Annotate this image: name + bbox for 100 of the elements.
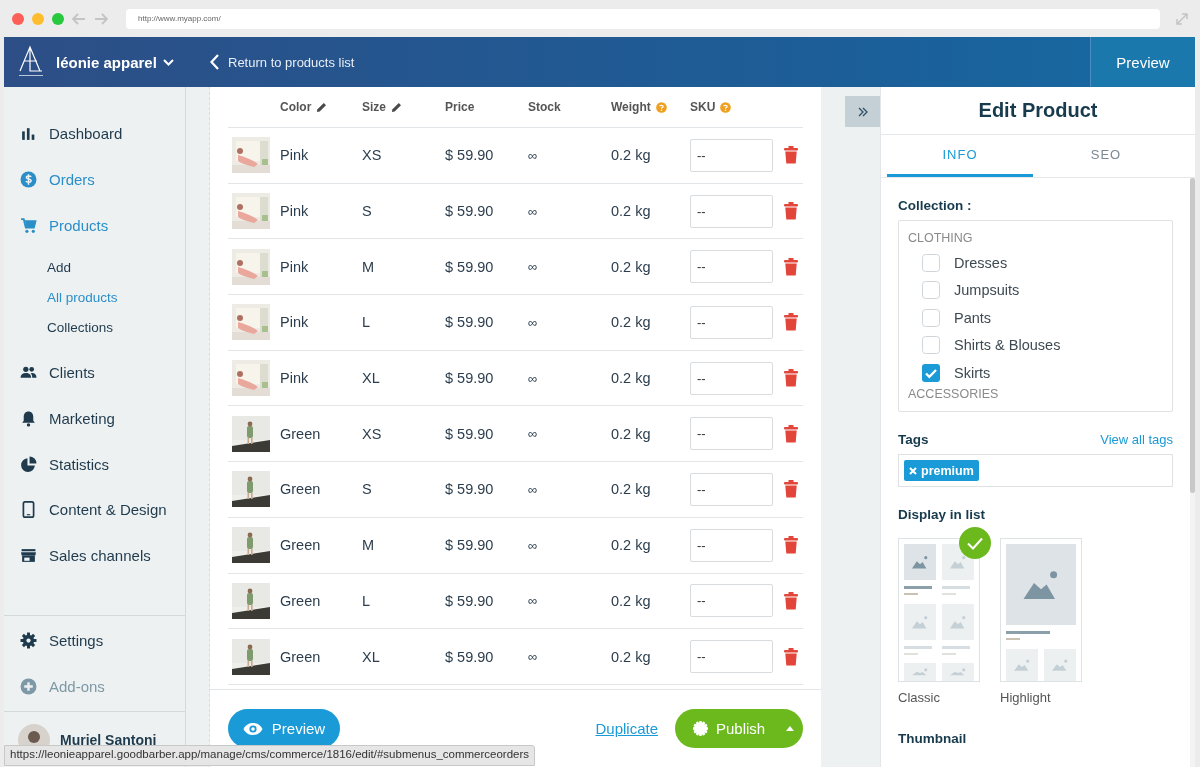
table-cell-text: 0.2 kg <box>611 258 652 275</box>
sku-field[interactable]: -- <box>690 584 773 618</box>
checkbox[interactable] <box>922 363 940 382</box>
sidebar-item[interactable]: Content & Design <box>4 487 185 533</box>
sidebar-item[interactable]: Marketing <box>4 395 185 442</box>
table-cell-text: 0.2 kg <box>611 147 652 164</box>
brand-menu[interactable]: léonie apparel <box>56 53 174 71</box>
table-cell-text: $ 59.90 <box>445 537 495 554</box>
table-cell-text: ∞ <box>528 426 539 442</box>
sidebar-item[interactable]: Statistics <box>4 441 185 488</box>
checkbox-label: Pants <box>954 309 992 326</box>
submenu-item[interactable]: Collections <box>47 312 185 343</box>
table-cell-text: Green <box>280 537 322 554</box>
table-cell-text: ∞ <box>528 203 539 219</box>
sku-field[interactable]: -- <box>690 138 773 172</box>
table-cell-text: S <box>362 481 373 498</box>
sku-field[interactable]: -- <box>690 250 773 284</box>
checkbox[interactable] <box>922 308 940 327</box>
sidebar-item[interactable]: Dashboard <box>4 111 185 157</box>
checkbox[interactable] <box>922 336 940 355</box>
eye-icon[interactable] <box>242 721 263 736</box>
sku-field[interactable]: -- <box>690 528 773 562</box>
check-icon <box>959 527 991 559</box>
trash-icon[interactable] <box>784 536 798 555</box>
sku-field[interactable]: -- <box>690 472 773 506</box>
sidebar-item[interactable]: Sales channels <box>4 532 185 579</box>
tab[interactable]: SEO <box>1033 135 1179 177</box>
help-icon[interactable] <box>655 101 667 113</box>
table-cell-text: Green <box>280 592 322 609</box>
group-label: ACCESSORIES <box>908 386 1000 403</box>
pencil-icon[interactable] <box>316 101 328 113</box>
table-cell-text: Green <box>280 425 322 442</box>
sku-field[interactable]: -- <box>690 194 773 228</box>
address-bar[interactable]: http://www.myapp.com/ <box>126 8 1160 29</box>
table-cell-text: 0.2 kg <box>611 648 652 665</box>
table-cell-text: XS <box>362 425 383 442</box>
checkbox-label: Dresses <box>954 254 1008 271</box>
preview-button[interactable]: Preview <box>1090 37 1195 87</box>
checkbox[interactable] <box>922 281 940 300</box>
column-header: Size <box>362 100 386 114</box>
back-link[interactable]: Return to products list <box>210 37 355 87</box>
zoom-button[interactable] <box>52 12 64 25</box>
submenu-item[interactable]: Add <box>47 252 185 283</box>
field-label: Collection : <box>898 198 973 213</box>
checkbox-label: Jumpsuits <box>954 282 1020 299</box>
column-header: Color <box>280 100 312 114</box>
checkbox-label: Skirts <box>954 364 991 381</box>
layout-option[interactable] <box>1000 538 1082 682</box>
sku-field[interactable]: -- <box>690 640 773 674</box>
layout-option[interactable] <box>898 538 980 682</box>
column-header: Stock <box>528 100 561 114</box>
column-header: Price <box>445 100 475 114</box>
table-cell-text: Pink <box>280 147 310 164</box>
close-icon[interactable] <box>909 466 917 475</box>
column-header: SKU <box>690 100 716 114</box>
caret-icon[interactable] <box>162 58 174 66</box>
trash-icon[interactable] <box>784 480 798 499</box>
sidebar-item[interactable]: Clients <box>4 350 185 396</box>
table-cell-text: $ 59.90 <box>445 258 495 275</box>
table-cell-text: L <box>362 314 372 331</box>
sku-field[interactable]: -- <box>690 305 773 339</box>
option-label: Classic <box>898 690 941 705</box>
help-icon[interactable] <box>720 101 732 113</box>
sku-field[interactable]: -- <box>690 361 773 395</box>
dollar-icon <box>20 171 37 189</box>
sku-field[interactable]: -- <box>690 417 773 451</box>
trash-icon[interactable] <box>784 313 798 332</box>
table-cell-text: Green <box>280 481 322 498</box>
trash-icon[interactable] <box>784 647 798 666</box>
table-cell-text: Green <box>280 648 322 665</box>
close-button[interactable] <box>12 12 24 25</box>
trash-icon[interactable] <box>784 146 798 165</box>
table-cell-text: Pink <box>280 258 310 275</box>
double-chevron-icon[interactable] <box>857 106 868 117</box>
table-cell-text: $ 59.90 <box>445 370 495 387</box>
checkbox[interactable] <box>922 253 940 272</box>
trash-icon[interactable] <box>784 202 798 221</box>
trash-icon[interactable] <box>784 424 798 443</box>
table-cell-text: 0.2 kg <box>611 203 652 220</box>
column-header: Weight <box>611 100 651 114</box>
table-cell-text: ∞ <box>528 370 539 386</box>
trash-icon[interactable] <box>784 369 798 388</box>
table-cell-text: $ 59.90 <box>445 592 495 609</box>
panel-title: Edit Product <box>881 87 1195 135</box>
trash-icon[interactable] <box>784 591 798 610</box>
trash-icon[interactable] <box>784 257 798 276</box>
store-icon <box>20 547 37 565</box>
table-cell-text: $ 59.90 <box>445 314 495 331</box>
bar-chart-icon <box>20 125 37 143</box>
table-cell-text: $ 59.90 <box>445 147 495 164</box>
table-cell-text: M <box>362 537 376 554</box>
burst-icon[interactable] <box>693 721 708 736</box>
table-cell-text: 0.2 kg <box>611 481 652 498</box>
sidebar-item[interactable]: Settings <box>4 617 185 664</box>
table-cell-text: ∞ <box>528 537 539 553</box>
cart-icon <box>20 216 37 234</box>
collection-list[interactable]: CLOTHING Dresses Jumpsuits Pants Shirts & Blouses Skirts ACCESSORIES <box>898 220 1173 412</box>
pencil-icon[interactable] <box>391 101 402 113</box>
option-label: Highlight <box>1000 690 1052 705</box>
logo-icon <box>16 45 46 79</box>
